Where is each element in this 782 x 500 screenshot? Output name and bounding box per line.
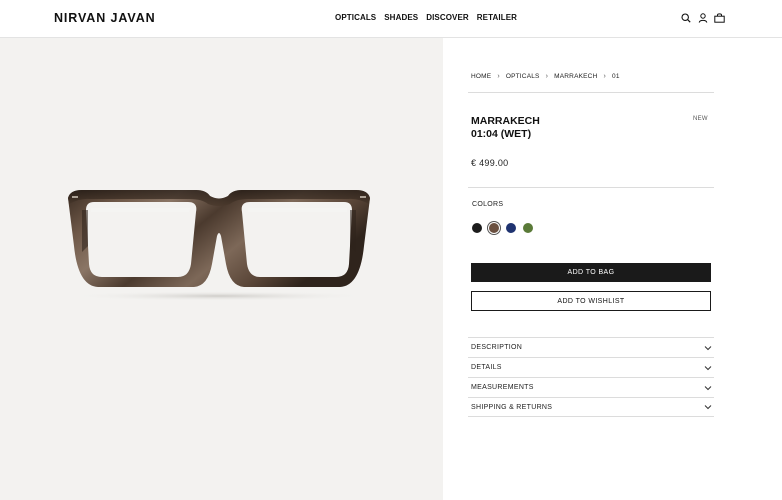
brand-logo[interactable]: NIRVAN JAVAN	[54, 11, 156, 25]
account-icon[interactable]	[697, 12, 708, 24]
accordion-label: DETAILS	[471, 364, 502, 371]
breadcrumb-marrakech[interactable]: MARRAKECH	[554, 73, 597, 80]
add-to-bag-button[interactable]: ADD TO BAG	[471, 263, 711, 282]
color-swatches	[472, 223, 533, 233]
chevron-down-icon	[704, 403, 712, 411]
breadcrumb-separator-icon: ›	[603, 73, 606, 80]
product-title: MARRAKECH 01:04 (WET)	[471, 115, 631, 141]
header-icons	[680, 12, 725, 24]
add-to-wishlist-button[interactable]: ADD TO WISHLIST	[471, 291, 711, 311]
divider	[468, 187, 714, 188]
accordion-label: MEASUREMENTS	[471, 384, 534, 391]
accordion-measurements[interactable]: MEASUREMENTS	[468, 377, 714, 397]
site-header: NIRVAN JAVAN OPTICALS SHADES DISCOVER RE…	[0, 0, 782, 38]
product-price: € 499.00	[471, 158, 509, 168]
divider	[468, 92, 714, 93]
bag-icon[interactable]	[714, 12, 725, 24]
breadcrumb-current: 01	[612, 73, 620, 80]
product-image[interactable]	[58, 186, 380, 304]
accordion-description[interactable]: DESCRIPTION	[468, 337, 714, 357]
product-title-line2: 01:04 (WET)	[471, 128, 532, 140]
accordion-details[interactable]: DETAILS	[468, 357, 714, 377]
product-image-panel	[0, 38, 443, 500]
nav-link-shades[interactable]: SHADES	[384, 13, 418, 22]
color-swatch-olive[interactable]	[523, 223, 533, 233]
chevron-down-icon	[704, 384, 712, 392]
color-swatch-navy[interactable]	[506, 223, 516, 233]
product-info-panel: HOME › OPTICALS › MARRAKECH › 01 MARRAKE…	[443, 38, 782, 500]
accordion-shipping-returns[interactable]: SHIPPING & RETURNS	[468, 397, 714, 417]
search-icon[interactable]	[680, 12, 691, 24]
chevron-down-icon	[704, 364, 712, 372]
breadcrumb-opticals[interactable]: OPTICALS	[506, 73, 540, 80]
color-swatch-tortoise[interactable]	[489, 223, 499, 233]
nav-link-retailer[interactable]: RETAILER	[477, 13, 517, 22]
color-swatch-black[interactable]	[472, 223, 482, 233]
nav-link-discover[interactable]: DISCOVER	[426, 13, 469, 22]
breadcrumb-separator-icon: ›	[545, 73, 549, 80]
accordion-label: SHIPPING & RETURNS	[471, 403, 553, 411]
nav-link-opticals[interactable]: OPTICALS	[335, 13, 376, 22]
breadcrumb-home[interactable]: HOME	[471, 73, 491, 80]
product-title-line1: MARRAKECH	[471, 115, 540, 127]
main-nav: OPTICALS SHADES DISCOVER RETAILER	[335, 13, 517, 22]
breadcrumb: HOME › OPTICALS › MARRAKECH › 01	[471, 73, 620, 80]
chevron-down-icon	[704, 344, 712, 352]
product-accordion: DESCRIPTION DETAILS MEASUREMENTS SHIPPIN…	[468, 337, 714, 417]
colors-label: COLORS	[472, 201, 504, 208]
breadcrumb-separator-icon: ›	[497, 73, 500, 80]
accordion-label: DESCRIPTION	[471, 344, 523, 351]
new-badge: NEW	[693, 116, 708, 122]
